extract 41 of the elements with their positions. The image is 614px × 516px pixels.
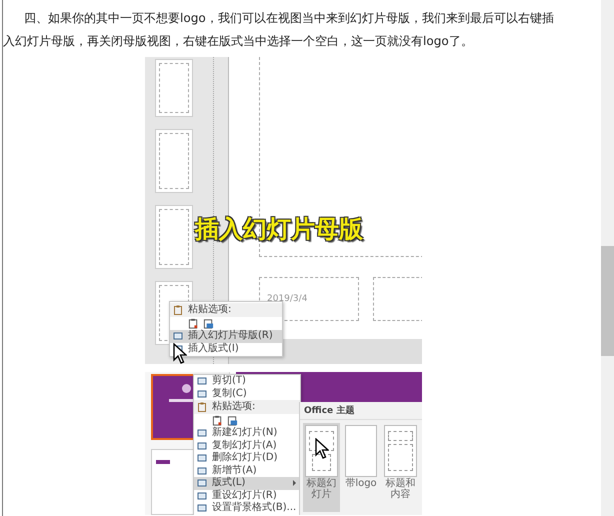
date-text: 2019/3/4: [267, 294, 308, 304]
layout-option[interactable]: 标题幻灯片: [303, 423, 340, 512]
cursor-icon: [315, 438, 329, 459]
menu-item[interactable]: 版式(L): [194, 477, 300, 490]
menu-header-label: 粘贴选项:: [212, 401, 256, 413]
paste-option-icon[interactable]: [212, 415, 223, 426]
menu-item-icon: [197, 453, 207, 464]
menu-item[interactable]: 重设幻灯片(R): [194, 490, 300, 502]
menu-item[interactable]: 设置背景格式(B)...: [194, 502, 300, 514]
menu-item-icon: [197, 503, 207, 514]
article-paragraph: 四、如果你的其中一页不想要logo，我们可以在视图当中来到幻灯片母版，我们来到最后可以右键插入幻灯片母版，再关闭母版视图，右键在版式当中选择一个空白，这一页就没有logo了。: [3, 10, 555, 50]
menu-item[interactable]: 复制(C): [194, 388, 300, 400]
slide-thumbnail[interactable]: [155, 129, 193, 193]
menu-item[interactable]: 插入幻灯片母版(R): [170, 330, 282, 342]
menu-item[interactable]: 新建幻灯片(N): [194, 427, 300, 440]
video-caption: 插入幻灯片母版: [195, 214, 363, 245]
slide-thumbnail[interactable]: [155, 59, 193, 117]
menu-item[interactable]: 复制幻灯片(A): [194, 440, 300, 452]
paste-picture-icon[interactable]: [227, 415, 238, 426]
menu-item-icon: [197, 376, 207, 386]
paste-picture-icon[interactable]: [203, 318, 214, 329]
menu-item-icon: [197, 440, 207, 451]
scrollbar[interactable]: [601, 0, 614, 516]
menu-item[interactable]: 删除幻灯片(D): [194, 452, 300, 464]
menu-item-icon: [197, 490, 207, 501]
menu-item-icon: [197, 466, 207, 476]
menu-item-icon: [197, 388, 207, 399]
scrollbar-thumb[interactable]: [601, 246, 614, 356]
menu-header-label: 粘贴选项:: [188, 304, 232, 316]
clipboard-icon: [173, 305, 183, 315]
footer-placeholder: [373, 277, 422, 321]
menu-item[interactable]: 新增节(A): [194, 464, 300, 477]
menu-item-icon: [197, 428, 207, 438]
menu-item-icon: [173, 331, 183, 342]
clipboard-icon: [197, 402, 207, 412]
menu-item[interactable]: 剪切(T): [194, 375, 300, 388]
submenu-arrow-icon: [292, 480, 297, 486]
gallery-title: Office 主题: [300, 402, 422, 420]
menu-item-icon: [197, 478, 207, 488]
slide-thumbnail[interactable]: [155, 205, 193, 269]
paste-option-icon[interactable]: [188, 318, 199, 329]
